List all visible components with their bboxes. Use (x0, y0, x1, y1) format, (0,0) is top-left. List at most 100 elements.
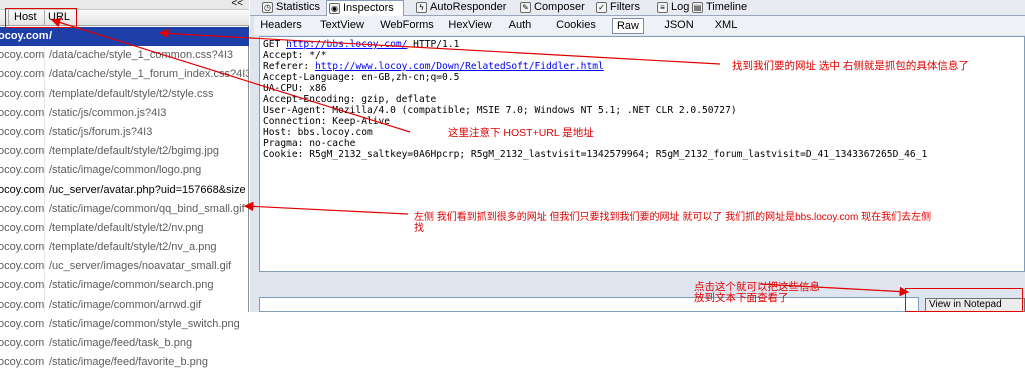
row-url: /data/cache/style_1_forum_index.css?4I3 (49, 68, 249, 81)
row-host: ocoy.com (0, 68, 45, 81)
subtab-json[interactable]: JSON (662, 18, 696, 34)
session-row[interactable]: ocoy.com/static/image/feed/task_b.png (0, 334, 249, 353)
tab-composer[interactable]: ✎ Composer (518, 0, 588, 16)
header-host: Host: bbs.locoy.com (263, 127, 373, 138)
composer-icon: ✎ (520, 2, 531, 13)
row-host: ocoy.com (0, 164, 45, 177)
annotation-left-list: 左侧 我们看到抓到很多的网址 但我们只要找到我们要的网址 就可以了 我们抓的网址… (414, 212, 932, 223)
subtab-webforms[interactable]: WebForms (378, 18, 436, 34)
session-row[interactable]: ocoy.com/static/image/feed/favorite_b.pn… (0, 353, 249, 372)
session-row[interactable]: ocoy.com/uc_server/avatar.php?uid=157668… (0, 181, 249, 200)
annotation-notepad-cont: 放到文本下面查看了 (694, 292, 789, 304)
tab-label: Inspectors (343, 2, 394, 14)
timeline-icon: ▤ (692, 2, 703, 13)
tab-inspectors[interactable]: ◉ Inspectors (326, 0, 404, 16)
main-tab-bar: ◷ Statistics ◉ Inspectors ϟ AutoResponder ✎… (250, 0, 1025, 16)
row-url: /data/cache/style_1_common.css?4I3 (49, 49, 234, 62)
annotation-select-url: 找到我们要的网址 选中 右侧就是抓包的具体信息了 (732, 60, 969, 72)
checkbox-icon: ✓ (596, 2, 607, 13)
tab-label: Filters (610, 1, 640, 13)
session-row[interactable]: ocoy.com/data/cache/style_1_common.css?4… (0, 46, 249, 65)
header-accept-language: Accept-Language: en-GB,zh-cn;q=0.5 (263, 72, 460, 83)
subtab-headers[interactable]: Headers (258, 18, 304, 34)
inspector-tab-bar: Headers TextView WebForms HexView Auth C… (254, 16, 1025, 35)
row-url: /static/image/common/arrwd.gif (49, 298, 202, 311)
session-row[interactable]: ocoy.com/static/image/common/style_switc… (0, 315, 249, 334)
session-row[interactable]: ocoy.com/static/js/common.js?4I3 (0, 104, 249, 123)
inspector-icon: ◉ (329, 3, 340, 14)
row-url: /static/image/feed/task_b.png (49, 337, 193, 349)
subtab-cookies[interactable]: Cookies (554, 18, 598, 34)
inspector-panel: ◷ Statistics ◉ Inspectors ϟ AutoResponder ✎… (250, 0, 1025, 312)
tab-label: Statistics (276, 1, 321, 13)
row-host: ocoy.com (0, 356, 45, 369)
row-url: /static/js/forum.js?4I3 (49, 125, 153, 138)
session-row[interactable]: ocoy.com/static/image/common/logo.png (0, 161, 249, 180)
session-row[interactable]: ocoy.com/data/cache/style_1_forum_index.… (0, 65, 249, 84)
row-host: ocoy.com (0, 125, 45, 138)
session-rows: ocoy.com / ocoy.com/data/cache/style_1_com… (0, 27, 249, 372)
lightning-icon: ϟ (416, 2, 427, 13)
row-url: /static/image/common/style_switch.png (49, 317, 240, 330)
collapse-button[interactable]: << (231, 0, 243, 9)
header-pragma: Pragma: no-cache (263, 138, 356, 149)
session-row[interactable]: ocoy.com/uc_server/images/noavatar_small… (0, 257, 249, 276)
tab-filters[interactable]: ✓ Filters (594, 0, 644, 16)
tab-label: Timeline (706, 1, 748, 13)
row-host: ocoy.com (0, 106, 45, 119)
tab-label: Composer (534, 1, 585, 13)
notepad-highlight-box (905, 288, 1023, 312)
subtab-xml[interactable]: XML (712, 18, 740, 34)
header-accept: Accept: */* (263, 50, 327, 61)
tab-timeline[interactable]: ▤ Timeline (690, 0, 760, 16)
host-url-highlight-box (5, 8, 77, 28)
request-url-link[interactable]: http://bbs.locoy.com/ (286, 39, 407, 50)
header-cookie: Cookie: R5gM_2132_saltkey=0A6Hpcrp; R5gM… (263, 149, 928, 160)
session-row[interactable]: ocoy.com/static/js/forum.js?4I3 (0, 123, 249, 142)
session-row[interactable]: ocoy.com/static/image/common/search.png (0, 276, 249, 295)
row-host: ocoy.com (0, 221, 45, 234)
row-host: ocoy.com (0, 49, 45, 62)
subtab-auth[interactable]: Auth (506, 18, 534, 34)
row-host: ocoy.com (0, 279, 45, 292)
row-host: ocoy.com (0, 298, 45, 311)
log-icon: ≡ (657, 2, 668, 13)
find-input[interactable] (259, 297, 919, 312)
row-host: ocoy.com (0, 241, 45, 254)
session-row[interactable]: ocoy.com/template/default/style/t2/bgimg… (0, 142, 249, 161)
tab-label: Log (671, 1, 690, 13)
session-row-selected[interactable]: ocoy.com / (0, 27, 249, 47)
session-row[interactable]: ocoy.com/template/default/style/t2/style… (0, 85, 249, 104)
row-host: ocoy.com (0, 260, 45, 273)
session-list-panel: << Host URL ocoy.com / ocoy.com/data/cache… (0, 0, 249, 368)
row-url: /static/image/feed/favorite_b.png (49, 356, 208, 369)
row-host: ocoy.com (0, 183, 45, 196)
tab-label: AutoResponder (430, 1, 507, 13)
request-line: GET http://bbs.locoy.com/ HTTP/1.1 (263, 39, 460, 50)
row-url: /template/default/style/t2/nv_a.png (49, 241, 217, 254)
subtab-hexview[interactable]: HexView (446, 18, 494, 34)
tab-autoresponder[interactable]: ϟ AutoResponder (414, 0, 510, 16)
annotation-host-url: 这里注意下 HOST+URL 是地址 (448, 127, 594, 139)
subtab-textview[interactable]: TextView (316, 18, 368, 34)
row-url: /template/default/style/t2/bgimg.jpg (49, 145, 219, 158)
row-url: / (49, 30, 53, 42)
clock-icon: ◷ (262, 2, 273, 13)
session-row[interactable]: ocoy.com/static/image/common/qq_bind_sma… (0, 200, 249, 219)
row-url: /static/image/common/search.png (49, 279, 214, 292)
row-host: ocoy.com (0, 145, 45, 158)
row-host: ocoy.com (0, 202, 45, 215)
row-url: /static/image/common/logo.png (49, 164, 202, 177)
row-host: ocoy.com (0, 87, 45, 100)
tab-statistics[interactable]: ◷ Statistics (260, 0, 324, 16)
header-user-agent: User-Agent: Mozilla/4.0 (compatible; MSI… (263, 105, 737, 116)
annotation-left-list-cont: 找 (414, 223, 424, 234)
row-url: /static/js/common.js?4I3 (49, 106, 167, 119)
row-host: ocoy.com (0, 30, 49, 42)
session-row[interactable]: ocoy.com/template/default/style/t2/nv.pn… (0, 219, 249, 238)
header-referer: Referer: http://www.locoy.com/Down/Relat… (263, 61, 604, 72)
tab-log[interactable]: ≡ Log (655, 0, 695, 16)
referer-link[interactable]: http://www.locoy.com/Down/RelatedSoft/Fi… (315, 61, 604, 72)
session-row[interactable]: ocoy.com/template/default/style/t2/nv_a.… (0, 238, 249, 257)
subtab-raw[interactable]: Raw (612, 18, 644, 34)
